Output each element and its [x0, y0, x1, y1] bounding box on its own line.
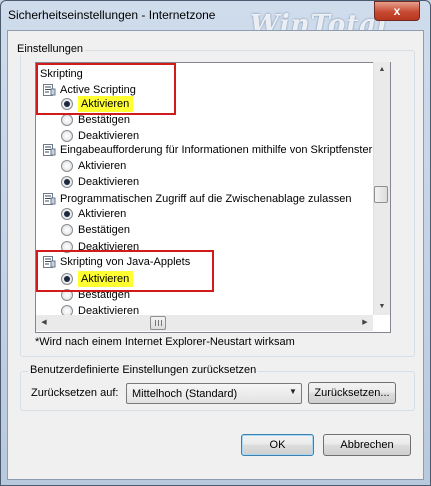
radio-checked-icon[interactable]	[61, 208, 73, 220]
grip-icon	[158, 320, 159, 326]
radio-unchecked-icon[interactable]	[61, 224, 73, 236]
ok-button[interactable]: OK	[241, 434, 314, 456]
scroll-right-icon[interactable]: ▶	[360, 318, 370, 328]
setting-icon	[42, 192, 56, 206]
window-title: Sicherheitseinstellungen - Internetzone	[8, 8, 216, 22]
scroll-up-icon[interactable]: ▲	[377, 65, 387, 75]
grip-icon	[161, 320, 162, 326]
annotation-box-active-scripting	[36, 63, 176, 115]
close-icon: x	[393, 4, 401, 18]
radio-unchecked-icon[interactable]	[61, 114, 73, 126]
scroll-down-icon[interactable]: ▼	[377, 302, 387, 312]
radio-checked-icon[interactable]	[61, 176, 73, 188]
reset-button[interactable]: Zurücksetzen...	[308, 382, 396, 404]
cancel-button[interactable]: Abbrechen	[323, 434, 411, 456]
horizontal-scroll-thumb[interactable]	[150, 316, 166, 330]
horizontal-scrollbar[interactable]: ◀ ▶	[36, 315, 373, 331]
grip-icon	[155, 320, 156, 326]
scroll-left-icon[interactable]: ◀	[39, 318, 49, 328]
settings-group-label: Einstellungen	[15, 43, 86, 55]
security-level-dropdown[interactable]: Mittelhoch (Standard) ▼	[126, 383, 302, 404]
reset-to-label: Zurücksetzen auf:	[31, 387, 119, 399]
vertical-scroll-thumb[interactable]	[374, 186, 388, 203]
annotation-box-java-applets	[36, 250, 214, 292]
selected-security-level: Mittelhoch (Standard)	[132, 388, 238, 400]
chevron-down-icon: ▼	[289, 387, 297, 396]
radio-unchecked-icon[interactable]	[61, 160, 73, 172]
option-label: Deaktivieren	[78, 176, 140, 188]
close-button[interactable]: x	[374, 1, 420, 21]
option-label: Bestätigen	[78, 224, 130, 236]
reset-group-label: Benutzerdefinierte Einstellungen zurücks…	[28, 364, 259, 376]
setting-label: Eingabeaufforderung für Informationen mi…	[60, 144, 379, 156]
setting-icon	[42, 143, 56, 157]
option-label: Aktivieren	[78, 208, 127, 220]
radio-unchecked-icon[interactable]	[61, 130, 73, 142]
restart-note: *Wird nach einem Internet Explorer-Neust…	[35, 336, 295, 348]
setting-label: Programmatischen Zugriff auf die Zwische…	[60, 193, 352, 205]
option-label: Aktivieren	[78, 160, 127, 172]
